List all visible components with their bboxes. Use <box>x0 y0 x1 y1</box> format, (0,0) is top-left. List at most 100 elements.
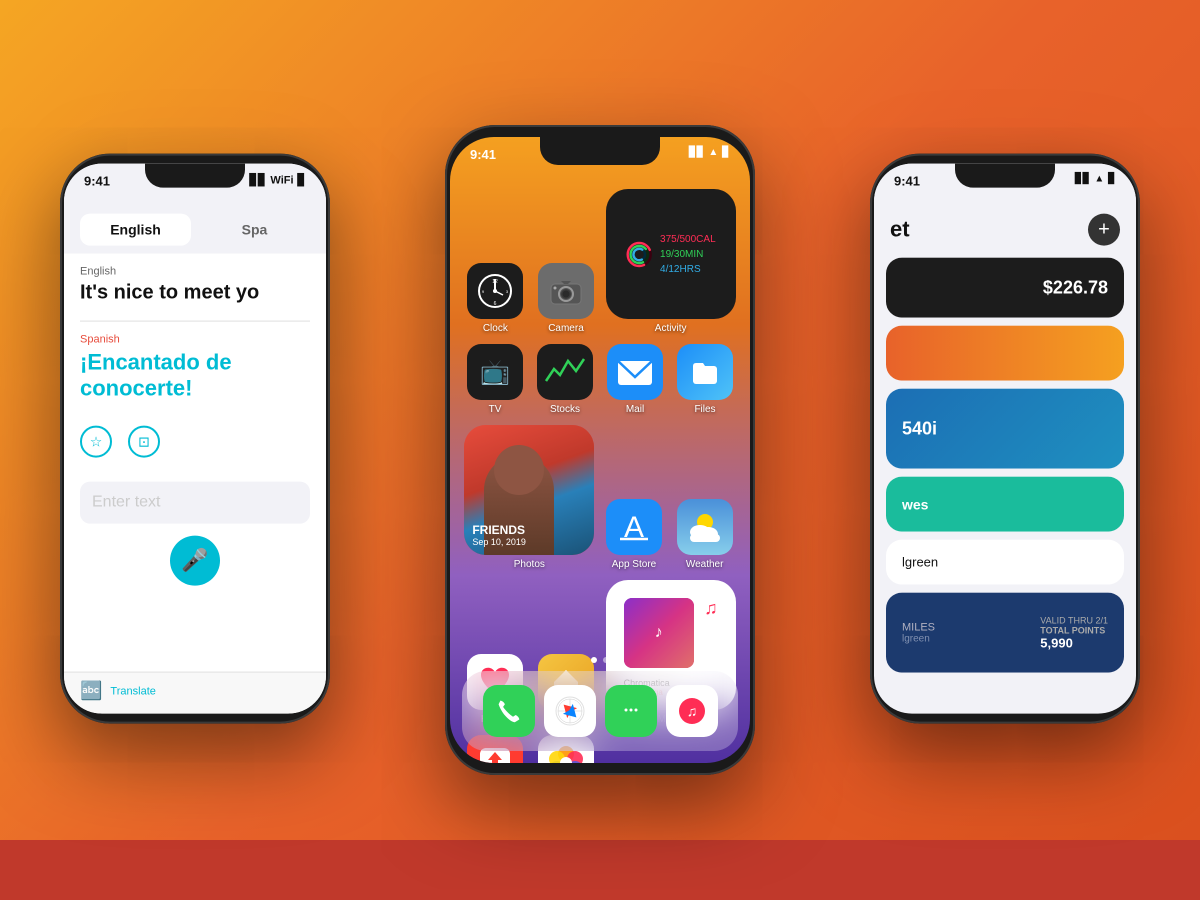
mail-svg <box>612 349 658 395</box>
svg-text:9: 9 <box>482 289 485 294</box>
weather-app[interactable]: Weather <box>674 499 736 570</box>
app-row-2: 📺 TV Stocks <box>460 344 740 415</box>
dock-phone[interactable] <box>483 685 535 737</box>
orange-card-inner <box>886 326 1124 381</box>
white-card[interactable]: lgreen <box>886 540 1124 585</box>
signal-icon: ▊▊ <box>249 174 266 187</box>
total-points-label: TOTAL POINTS <box>1040 625 1108 635</box>
card-blue-text: 540i <box>902 418 937 439</box>
appstore-label: App Store <box>612 559 656 570</box>
translate-actions: ☆ ⊡ <box>64 414 326 470</box>
left-phone-screen: 9:41 ▊▊ WiFi ▊ English Spa English It's … <box>64 164 326 714</box>
activity-rings-svg <box>626 227 652 282</box>
center-notch <box>540 137 660 165</box>
white-card-text: lgreen <box>902 555 938 570</box>
person-head <box>494 445 544 495</box>
copy-icon[interactable]: ⊡ <box>128 426 160 458</box>
clock-app[interactable]: 12 3 6 9 Clock <box>464 263 526 334</box>
miles-card-inner: MILES lgreen VALID THRU 2/1 TOTAL POINTS… <box>886 593 1124 673</box>
star-icon[interactable]: ☆ <box>80 426 112 458</box>
svg-text:♫: ♫ <box>686 703 697 719</box>
files-app[interactable]: Files <box>674 344 736 415</box>
left-notch <box>145 164 245 188</box>
photos-widget: FRIENDS Sep 10, 2019 <box>464 425 594 555</box>
clock-svg: 12 3 6 9 <box>477 273 513 309</box>
white-card-inner: lgreen <box>886 540 1124 585</box>
stocks-svg <box>542 349 588 395</box>
right-time: 9:41 <box>894 174 920 189</box>
photos-widget-label: FRIENDS Sep 10, 2019 <box>472 523 526 547</box>
left-status-icons: ▊▊ WiFi ▊ <box>249 174 306 187</box>
tv-app[interactable]: 📺 TV <box>464 344 526 415</box>
photos-widget-container[interactable]: FRIENDS Sep 10, 2019 Photos <box>464 425 594 570</box>
weather-icon-box <box>677 499 733 555</box>
target-text: ¡Encantado de conocerte! <box>80 350 310 402</box>
clock-label: Clock <box>483 323 508 334</box>
svg-text:12: 12 <box>493 279 499 285</box>
center-phone-screen: 9:41 ▊▊ ▲ ▊ <box>450 137 750 763</box>
files-svg <box>685 352 725 392</box>
appstore-svg: A <box>611 504 657 550</box>
right-wifi-icon: ▲ <box>1094 174 1104 185</box>
tv-svg: 📺 <box>475 356 515 388</box>
activity-text: 375/500CAL 19/30MIN 4/12HRS <box>660 232 716 277</box>
miles-card[interactable]: MILES lgreen VALID THRU 2/1 TOTAL POINTS… <box>886 593 1124 673</box>
cards-container: $226.78 540i wes <box>874 258 1136 673</box>
activity-widget-container[interactable]: 375/500CAL 19/30MIN 4/12HRS Activity <box>606 189 736 334</box>
music-note-decoration: ♪ <box>655 624 663 642</box>
battery-icon: ▊ <box>298 174 306 187</box>
source-lang-label: English <box>80 266 310 278</box>
dot-1 <box>591 657 597 663</box>
source-text: It's nice to meet yo <box>80 282 310 305</box>
input-area[interactable]: Enter text <box>80 482 310 524</box>
dock-music-icon: ♫ <box>678 697 706 725</box>
tv-label: TV <box>489 404 502 415</box>
dock-music-app[interactable]: ♫ <box>666 685 718 737</box>
appstore-app[interactable]: A App Store <box>603 499 665 570</box>
activity-label: Activity <box>655 323 687 334</box>
app-row-1: 12 3 6 9 Clock <box>460 189 740 334</box>
camera-svg <box>549 276 583 306</box>
valid-thru: VALID THRU 2/1 <box>1040 615 1108 625</box>
mail-label: Mail <box>626 404 644 415</box>
hrs-text: 4/12HRS <box>660 262 716 277</box>
english-tab[interactable]: English <box>80 214 191 246</box>
center-signal-icon: ▊▊ <box>689 147 704 158</box>
clock-icon-box: 12 3 6 9 <box>467 263 523 319</box>
miles-label: MILES <box>902 621 935 633</box>
mail-app[interactable]: Mail <box>604 344 666 415</box>
stocks-app[interactable]: Stocks <box>534 344 596 415</box>
cal-text: 375/500CAL <box>660 232 716 247</box>
camera-label: Camera <box>548 323 584 334</box>
wallet-add-button[interactable]: + <box>1088 214 1120 246</box>
right-status-icons: ▊▊ ▲ ▊ <box>1075 174 1116 185</box>
target-lang-label: Spanish <box>80 334 310 346</box>
miles-right: VALID THRU 2/1 TOTAL POINTS 5,990 <box>1040 615 1108 650</box>
files-icon-box <box>677 344 733 400</box>
orange-card[interactable] <box>886 326 1124 381</box>
camera-app[interactable]: Camera <box>535 263 597 334</box>
camera-icon-box <box>538 263 594 319</box>
photos-widget-bg: FRIENDS Sep 10, 2019 <box>464 425 594 555</box>
mail-icon-box <box>607 344 663 400</box>
teal-card[interactable]: wes <box>886 477 1124 532</box>
photos-friends-label: FRIENDS <box>472 523 526 537</box>
blue-card[interactable]: 540i <box>886 389 1124 469</box>
black-card-inner: $226.78 <box>886 258 1124 318</box>
card-amount: $226.78 <box>1043 277 1108 298</box>
valid-thru-label: VALID THRU 2/1 <box>1040 615 1108 625</box>
tv-icon-box: 📺 <box>467 344 523 400</box>
center-battery-icon: ▊ <box>722 147 730 158</box>
safari-icon <box>553 694 587 728</box>
black-card[interactable]: $226.78 <box>886 258 1124 318</box>
spanish-tab[interactable]: Spa <box>199 214 310 246</box>
center-time: 9:41 <box>470 147 496 162</box>
dock-messages[interactable] <box>605 685 657 737</box>
total-points: TOTAL POINTS 5,990 <box>1040 625 1108 650</box>
dock-safari[interactable] <box>544 685 596 737</box>
weather-svg <box>682 504 728 550</box>
files-label: Files <box>694 404 715 415</box>
input-placeholder: Enter text <box>92 494 160 511</box>
translate-icon: 🔤 <box>80 681 102 702</box>
mic-button[interactable]: 🎤 <box>170 536 220 586</box>
